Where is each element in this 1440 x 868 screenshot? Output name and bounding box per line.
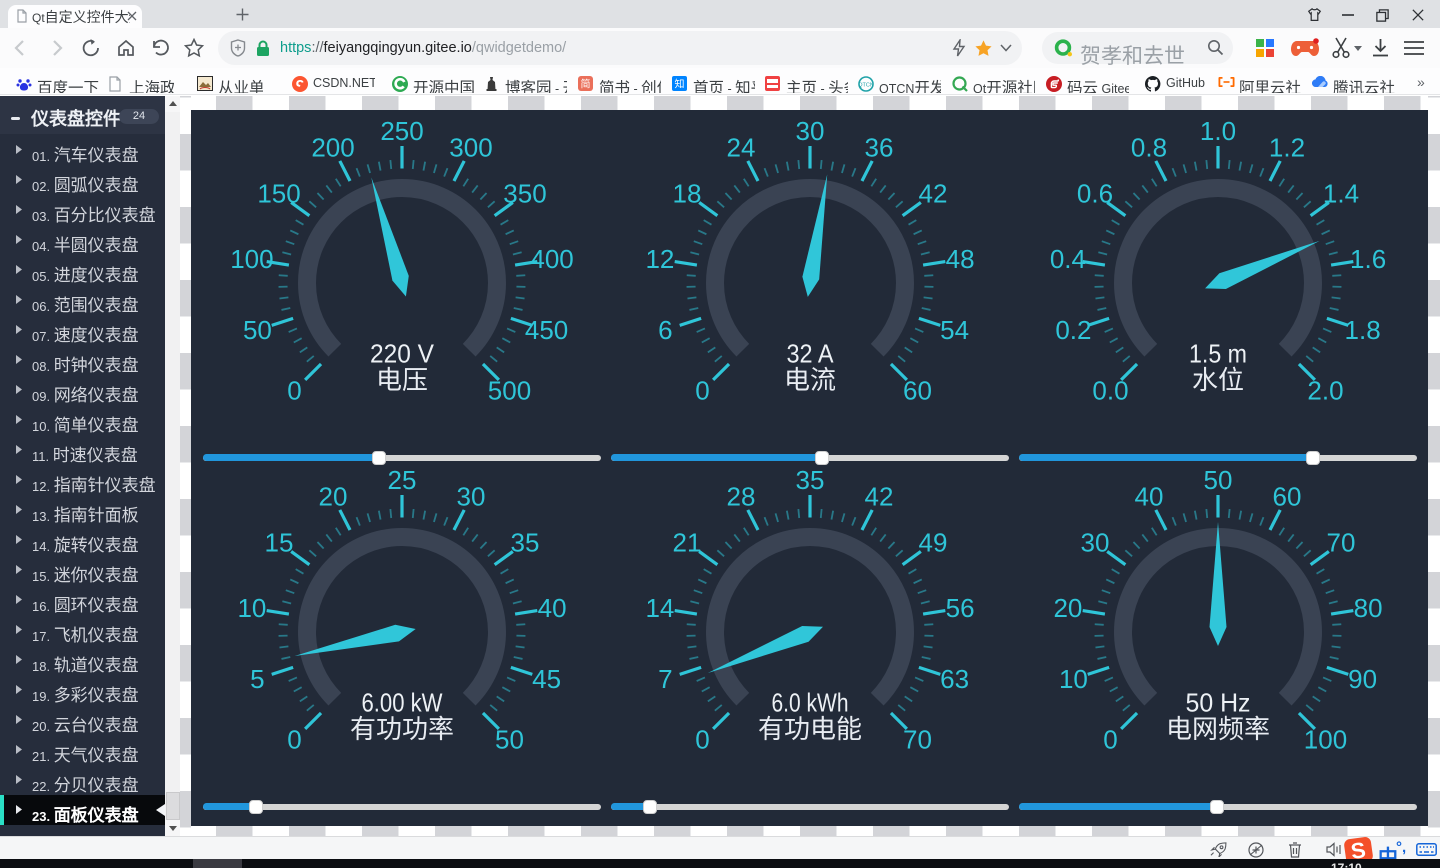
svg-text:100: 100 [230, 244, 273, 274]
svg-text:20: 20 [1053, 593, 1082, 623]
svg-text:6: 6 [658, 315, 672, 345]
svg-text:42: 42 [918, 179, 947, 209]
svg-text:300: 300 [449, 133, 492, 163]
svg-text:30: 30 [457, 482, 486, 512]
svg-text:80: 80 [1354, 593, 1383, 623]
svg-text:18: 18 [672, 179, 701, 209]
svg-text:50 Hz: 50 Hz [1186, 688, 1251, 718]
svg-text:6.0 kWh: 6.0 kWh [771, 688, 848, 718]
svg-text:0.8: 0.8 [1131, 133, 1167, 163]
svg-text:14: 14 [645, 593, 674, 623]
svg-text:28: 28 [726, 482, 755, 512]
svg-text:24: 24 [726, 133, 755, 163]
svg-text:12: 12 [645, 244, 674, 274]
svg-text:6.00 kW: 6.00 kW [362, 688, 443, 718]
svg-text:7: 7 [658, 664, 672, 694]
svg-text:10: 10 [237, 593, 266, 623]
svg-text:0: 0 [287, 725, 301, 755]
svg-text:36: 36 [864, 133, 893, 163]
svg-text:400: 400 [530, 244, 573, 274]
svg-text:150: 150 [257, 179, 300, 209]
svg-text:0.0: 0.0 [1092, 376, 1128, 406]
svg-text:200: 200 [311, 133, 354, 163]
svg-text:1.2: 1.2 [1269, 133, 1305, 163]
svg-text:50: 50 [243, 315, 272, 345]
svg-text:1.6: 1.6 [1350, 244, 1386, 274]
svg-text:63: 63 [940, 664, 969, 694]
svg-text:简: 简 [581, 78, 591, 91]
svg-text:0: 0 [1103, 725, 1117, 755]
svg-text:QTCN: QTCN [858, 83, 874, 89]
svg-text:1.8: 1.8 [1345, 315, 1381, 345]
svg-text:70: 70 [1327, 528, 1356, 558]
svg-text:40: 40 [1135, 482, 1164, 512]
svg-text:220 V: 220 V [370, 339, 435, 369]
svg-text:100: 100 [1304, 725, 1347, 755]
svg-text:49: 49 [918, 528, 947, 558]
svg-text:2.0: 2.0 [1307, 376, 1343, 406]
svg-text:50: 50 [1204, 465, 1233, 495]
svg-text:1.5 m: 1.5 m [1189, 339, 1247, 369]
svg-text:60: 60 [1273, 482, 1302, 512]
svg-text:45: 45 [532, 664, 561, 694]
svg-text:42: 42 [864, 482, 893, 512]
svg-text:40: 40 [538, 593, 567, 623]
svg-text:15: 15 [265, 528, 294, 558]
svg-text:水位: 水位 [1192, 365, 1244, 395]
svg-text:有功功率: 有功功率 [350, 714, 454, 744]
svg-text:54: 54 [940, 315, 969, 345]
svg-text:30: 30 [795, 116, 824, 146]
svg-text:电网频率: 电网频率 [1166, 714, 1270, 744]
svg-text:35: 35 [795, 465, 824, 495]
svg-text:有功电能: 有功电能 [757, 714, 861, 744]
svg-text:70: 70 [903, 725, 932, 755]
svg-text:350: 350 [503, 179, 546, 209]
svg-text:1.4: 1.4 [1323, 179, 1359, 209]
svg-text:32 A: 32 A [786, 339, 834, 369]
svg-text:48: 48 [945, 244, 974, 274]
svg-text:0: 0 [695, 725, 709, 755]
svg-text:30: 30 [1081, 528, 1110, 558]
svg-text:35: 35 [511, 528, 540, 558]
svg-text:21: 21 [672, 528, 701, 558]
svg-text:电压: 电压 [376, 365, 428, 395]
svg-text:20: 20 [319, 482, 348, 512]
svg-text:25: 25 [388, 465, 417, 495]
svg-text:0.4: 0.4 [1050, 244, 1086, 274]
svg-text:90: 90 [1348, 664, 1377, 694]
svg-text:250: 250 [380, 116, 423, 146]
svg-text:500: 500 [488, 376, 531, 406]
svg-text:电流: 电流 [783, 365, 835, 395]
svg-text:0: 0 [287, 376, 301, 406]
svg-text:450: 450 [525, 315, 568, 345]
svg-text:60: 60 [903, 376, 932, 406]
svg-text:56: 56 [945, 593, 974, 623]
svg-text:0.2: 0.2 [1055, 315, 1091, 345]
svg-text:0: 0 [695, 376, 709, 406]
svg-text:1.0: 1.0 [1200, 116, 1236, 146]
svg-text:10: 10 [1059, 664, 1088, 694]
svg-text:5: 5 [250, 664, 264, 694]
svg-text:50: 50 [495, 725, 524, 755]
svg-text:知: 知 [675, 78, 685, 91]
svg-text:0.6: 0.6 [1077, 179, 1113, 209]
